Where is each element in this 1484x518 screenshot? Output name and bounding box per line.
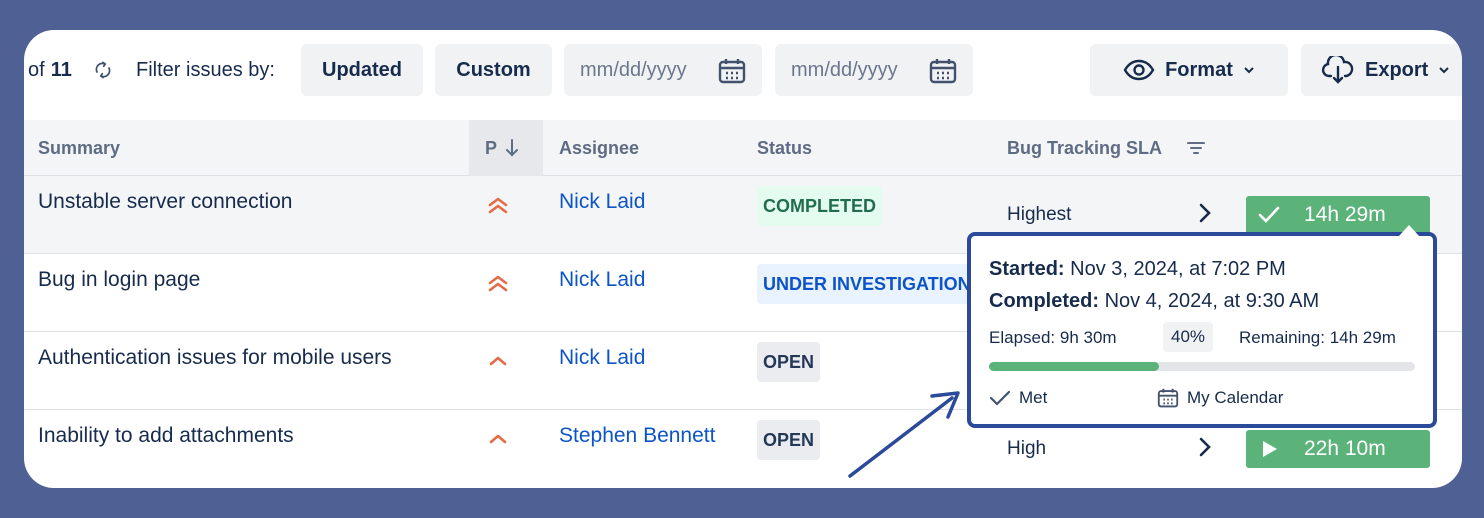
refresh-icon[interactable] xyxy=(92,44,114,96)
progress-percent: 40% xyxy=(1163,322,1214,352)
sla-details-tooltip: Started: Nov 3, 2024, at 7:02 PM Complet… xyxy=(967,225,1437,428)
issues-panel: of 11 Filter issues by: Updated Custom m… xyxy=(24,30,1462,488)
issue-summary[interactable]: Inability to add attachments xyxy=(38,424,294,448)
assignee-link[interactable]: Nick Laid xyxy=(559,346,645,370)
met-indicator: Met xyxy=(989,388,1047,408)
met-label: Met xyxy=(1019,388,1048,407)
progress-bar xyxy=(989,362,1415,371)
check-icon xyxy=(989,390,1011,406)
calendar-icon[interactable] xyxy=(718,58,746,84)
column-header-priority-label: P xyxy=(485,137,498,158)
issue-summary[interactable]: Authentication issues for mobile users xyxy=(38,346,392,370)
elapsed-time: Elapsed: 9h 30m xyxy=(989,328,1117,347)
chevron-right-icon[interactable] xyxy=(1198,436,1212,458)
column-header-summary[interactable]: Summary xyxy=(38,120,120,176)
calendar-indicator: My Calendar xyxy=(1157,388,1283,408)
sla-time: 14h 29m xyxy=(1304,203,1386,226)
filter-icon[interactable] xyxy=(1186,140,1206,156)
export-button[interactable]: Export xyxy=(1301,44,1462,96)
column-header-sla-label: Bug Tracking SLA xyxy=(1007,137,1163,158)
calendar-icon[interactable] xyxy=(929,58,957,84)
start-date-input[interactable]: mm/dd/yyyy xyxy=(564,44,762,96)
column-header-priority[interactable]: P xyxy=(469,120,543,176)
column-header-assignee[interactable]: Assignee xyxy=(559,120,639,176)
assignee-link[interactable]: Nick Laid xyxy=(559,268,645,292)
check-icon xyxy=(1258,206,1280,223)
table-header: Summary P Assignee Status Bug Tracking S… xyxy=(24,120,1462,176)
column-header-sla[interactable]: Bug Tracking SLA xyxy=(1007,120,1206,176)
export-label: Export xyxy=(1365,58,1429,81)
sla-time: 22h 10m xyxy=(1304,437,1386,460)
start-date-placeholder: mm/dd/yyyy xyxy=(580,58,687,81)
issue-count: of 11 xyxy=(28,44,72,96)
chevron-up-icon xyxy=(489,434,507,444)
assignee-link[interactable]: Stephen Bennett xyxy=(559,424,715,448)
play-icon xyxy=(1263,441,1277,457)
sort-down-arrow-icon xyxy=(506,139,519,157)
tooltip-caret xyxy=(1399,225,1419,236)
custom-filter-button[interactable]: Custom xyxy=(435,44,552,96)
status-badge[interactable]: COMPLETED xyxy=(757,186,883,226)
progress-bar-fill xyxy=(989,362,1160,371)
status-badge[interactable]: OPEN xyxy=(757,342,821,382)
status-badge[interactable]: OPEN xyxy=(757,420,821,460)
chevron-right-icon[interactable] xyxy=(1198,202,1212,224)
calendar-label: My Calendar xyxy=(1187,388,1284,407)
issue-count-prefix: of xyxy=(28,58,45,81)
sla-priority-level: High xyxy=(1007,438,1047,459)
status-badge[interactable]: UNDER INVESTIGATION xyxy=(757,264,977,304)
issue-summary[interactable]: Bug in login page xyxy=(38,268,200,292)
started-label: Started: xyxy=(989,258,1065,280)
toolbar: of 11 Filter issues by: Updated Custom m… xyxy=(24,30,1462,116)
double-chevron-up-icon xyxy=(488,197,508,214)
completed-line: Completed: Nov 4, 2024, at 9:30 AM xyxy=(989,290,1319,313)
assignee-link[interactable]: Nick Laid xyxy=(559,190,645,214)
completed-value: Nov 4, 2024, at 9:30 AM xyxy=(1104,290,1320,312)
end-date-placeholder: mm/dd/yyyy xyxy=(791,58,898,81)
end-date-input[interactable]: mm/dd/yyyy xyxy=(775,44,973,96)
chevron-down-icon xyxy=(1439,67,1450,74)
started-value: Nov 3, 2024, at 7:02 PM xyxy=(1070,258,1286,280)
started-line: Started: Nov 3, 2024, at 7:02 PM xyxy=(989,258,1286,281)
issue-summary[interactable]: Unstable server connection xyxy=(38,190,292,214)
cloud-download-icon xyxy=(1321,56,1354,84)
format-button[interactable]: Format xyxy=(1090,44,1288,96)
issue-count-total: 11 xyxy=(50,58,72,81)
remaining-time: Remaining: 14h 29m xyxy=(1239,328,1396,347)
eye-icon xyxy=(1123,59,1155,81)
completed-label: Completed: xyxy=(989,290,1099,312)
chevron-up-icon xyxy=(489,356,507,366)
calendar-icon xyxy=(1157,388,1179,408)
filter-label: Filter issues by: xyxy=(136,58,275,81)
double-chevron-up-icon xyxy=(488,275,508,292)
format-label: Format xyxy=(1165,58,1233,81)
updated-filter-button[interactable]: Updated xyxy=(301,44,423,96)
sla-priority-level: Highest xyxy=(1007,204,1072,225)
chevron-down-icon xyxy=(1244,67,1254,74)
sla-time-badge[interactable]: 22h 10m xyxy=(1246,430,1430,468)
column-header-status[interactable]: Status xyxy=(757,120,812,176)
